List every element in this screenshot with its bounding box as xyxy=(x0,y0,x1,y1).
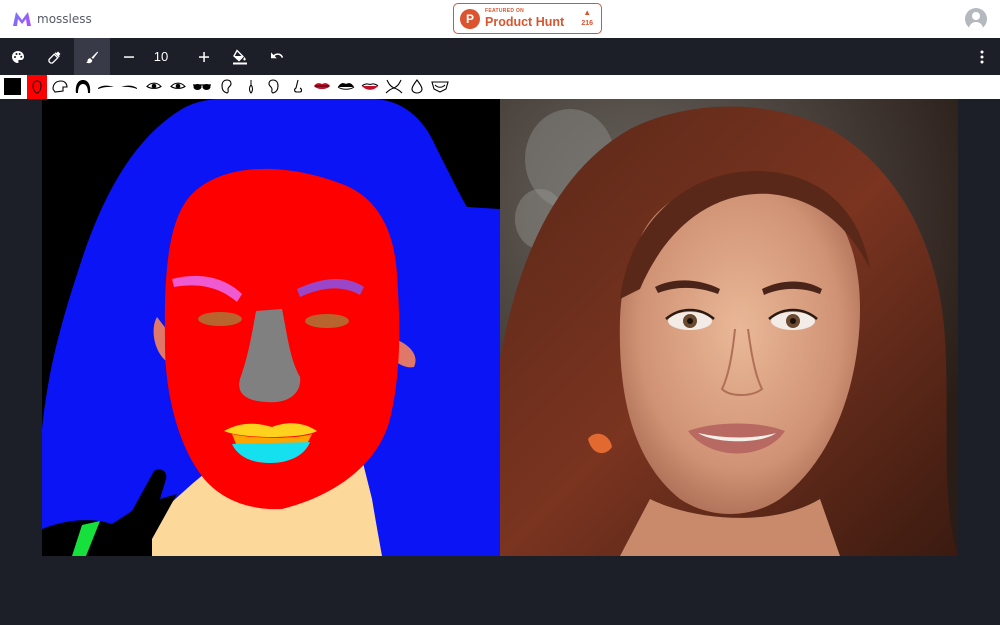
neck-part-button[interactable] xyxy=(50,78,70,95)
generated-portrait xyxy=(500,99,958,556)
cloth-icon xyxy=(431,81,449,93)
earring-part-button[interactable] xyxy=(241,78,261,95)
ph-name: Product Hunt xyxy=(485,14,565,29)
upper-lip-icon xyxy=(337,83,355,90)
segmentation-mask-drawing xyxy=(42,99,500,556)
left-brow-part-button[interactable] xyxy=(96,78,116,95)
ph-featured-label: FEATURED ON xyxy=(485,7,525,14)
necklace-part-button[interactable] xyxy=(407,78,427,95)
upper-lip-part-button[interactable] xyxy=(336,78,356,95)
background-swatch[interactable] xyxy=(4,78,21,95)
right-eye-region xyxy=(305,314,349,328)
more-options-button[interactable] xyxy=(964,38,1000,75)
face-outline-icon xyxy=(52,80,68,93)
earring-icon xyxy=(249,80,253,94)
generated-portrait-image xyxy=(500,99,958,556)
cloth-part-button[interactable] xyxy=(430,78,450,95)
mossless-logo-icon xyxy=(13,12,31,26)
glasses-icon xyxy=(193,84,211,90)
mouth-part-button[interactable] xyxy=(312,78,332,95)
mask-canvas[interactable] xyxy=(42,99,500,556)
decrease-size-button[interactable] xyxy=(111,38,147,75)
fill-bucket-icon xyxy=(233,48,247,64)
user-avatar-icon[interactable] xyxy=(965,8,987,30)
palette-button[interactable] xyxy=(0,38,36,75)
eyedropper-button[interactable] xyxy=(37,38,73,75)
face-skin-icon xyxy=(32,80,42,94)
skin-swatch[interactable] xyxy=(27,75,47,99)
ph-vote-count: 216 xyxy=(581,20,593,27)
nose-icon xyxy=(294,79,303,93)
neckline-part-button[interactable] xyxy=(384,78,404,95)
increase-size-button[interactable] xyxy=(186,38,222,75)
palette-icon xyxy=(12,50,24,63)
left-ear-icon xyxy=(221,79,232,94)
neckline-icon xyxy=(385,79,403,94)
minus-icon xyxy=(124,55,134,58)
necklace-icon xyxy=(411,79,423,94)
right-brow-part-button[interactable] xyxy=(119,78,139,95)
app-name: mossless xyxy=(37,12,92,26)
hair-icon xyxy=(75,80,91,93)
toolbar: 10 xyxy=(0,38,1000,75)
mouth-icon xyxy=(314,83,330,89)
part-selector xyxy=(0,75,1000,99)
left-eye-icon xyxy=(146,82,162,89)
right-ear-icon xyxy=(268,79,279,94)
left-ear-part-button[interactable] xyxy=(216,78,236,95)
undo-icon xyxy=(271,51,284,58)
app-logo[interactable]: mossless xyxy=(12,9,92,29)
more-vert-icon xyxy=(980,50,984,63)
undo-button[interactable] xyxy=(259,38,295,75)
right-brow-icon xyxy=(121,85,137,89)
brush-size-value: 10 xyxy=(153,49,169,64)
lower-lip-part-button[interactable] xyxy=(360,78,380,95)
nose-part-button[interactable] xyxy=(288,78,308,95)
left-eye-region xyxy=(198,312,242,326)
left-eye-part-button[interactable] xyxy=(144,78,164,95)
right-eye-icon xyxy=(170,82,186,89)
hair-part-button[interactable] xyxy=(73,78,93,95)
product-hunt-badge[interactable]: P FEATURED ON Product Hunt ▲ 216 xyxy=(453,3,602,34)
eyedropper-icon xyxy=(48,51,61,64)
right-ear-part-button[interactable] xyxy=(264,78,284,95)
glasses-part-button[interactable] xyxy=(192,78,212,95)
left-brow-icon xyxy=(98,85,114,89)
brush-button[interactable] xyxy=(74,38,110,75)
ph-votes: ▲ 216 xyxy=(581,8,593,28)
lower-lip-icon xyxy=(361,83,379,90)
right-eye-part-button[interactable] xyxy=(168,78,188,95)
brush-icon xyxy=(86,51,98,63)
top-header: mossless P FEATURED ON Product Hunt ▲ 21… xyxy=(0,0,1000,38)
plus-icon xyxy=(199,51,209,62)
fill-button[interactable] xyxy=(222,38,258,75)
upvote-icon: ▲ xyxy=(583,8,592,17)
product-hunt-icon: P xyxy=(460,8,480,29)
